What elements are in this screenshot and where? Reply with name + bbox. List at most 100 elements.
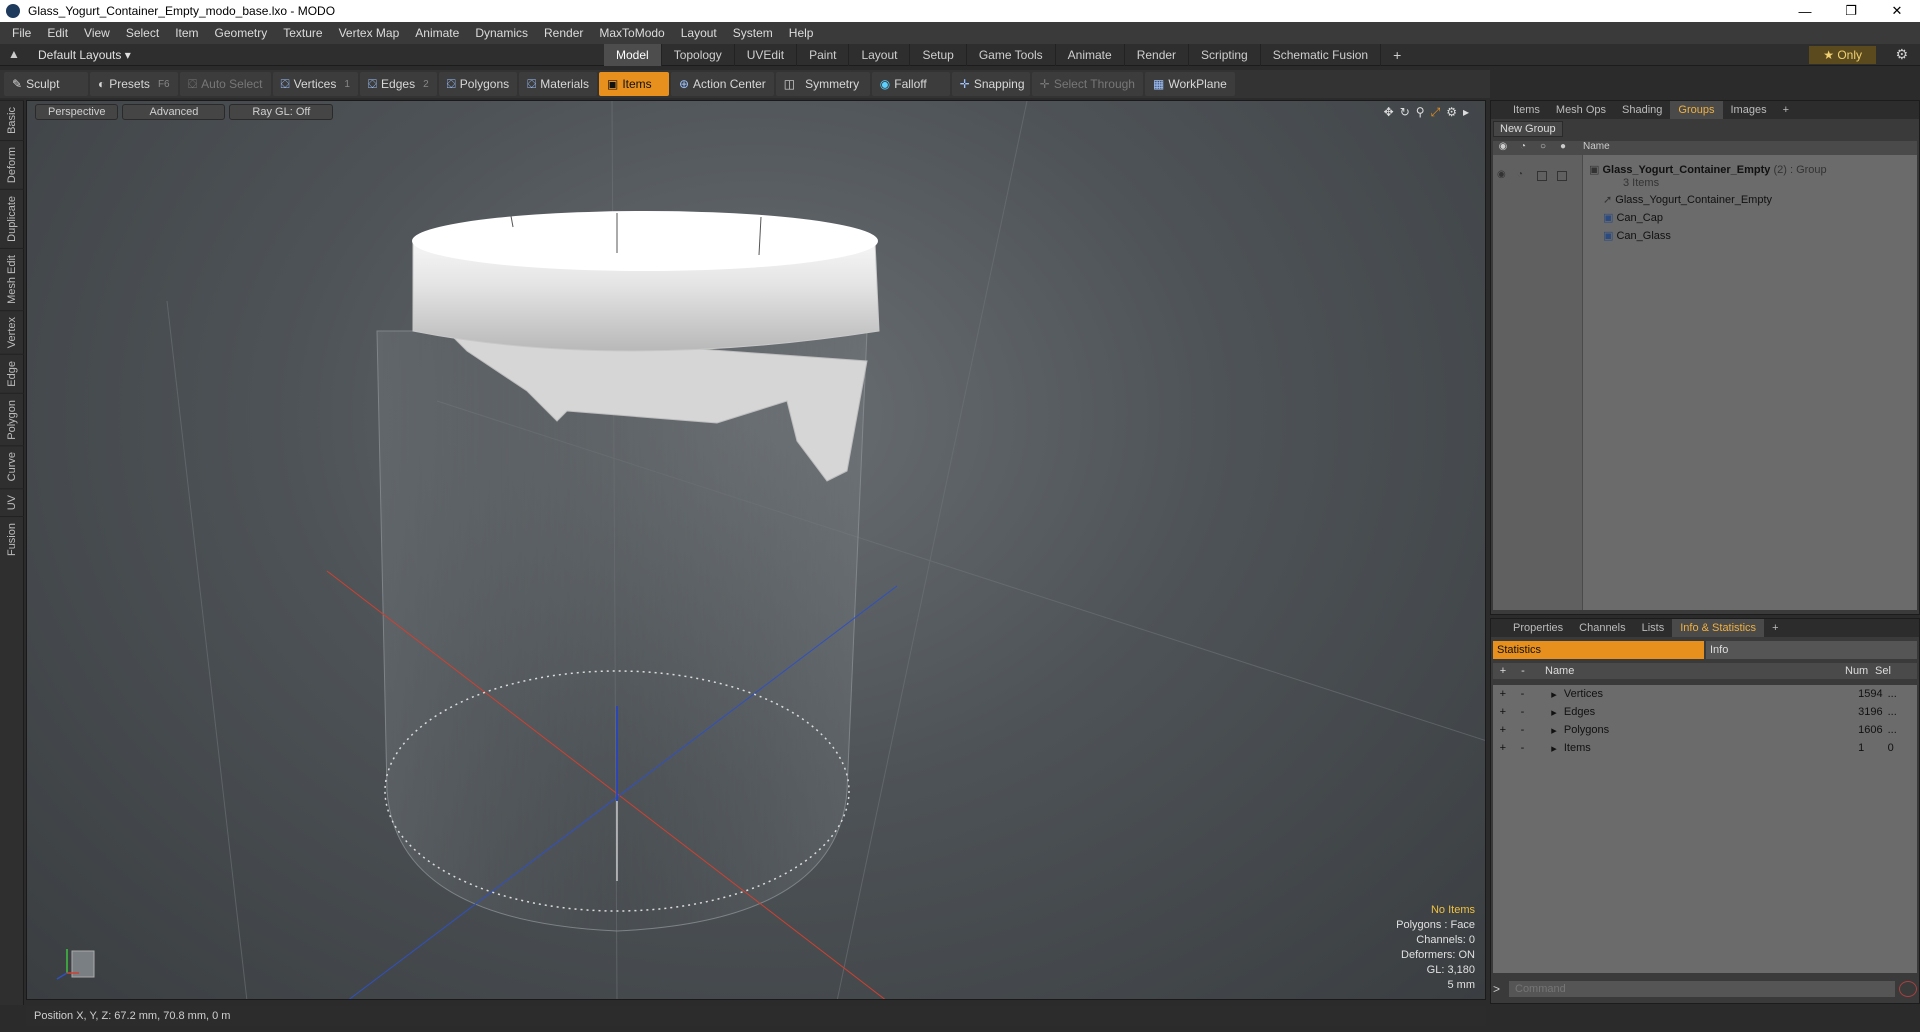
- menu-layout[interactable]: Layout: [673, 26, 725, 40]
- tab-properties[interactable]: Properties: [1505, 619, 1571, 637]
- group-eye-icon[interactable]: ◉: [1497, 169, 1506, 180]
- add-icon[interactable]: +: [1493, 665, 1513, 677]
- tab-layout[interactable]: Layout: [849, 44, 911, 66]
- tab-uvedit[interactable]: UVEdit: [735, 44, 798, 66]
- falloff-button[interactable]: ◉ Falloff: [871, 72, 950, 96]
- render-icon[interactable]: ◔: [1513, 141, 1533, 155]
- left-tab-fusion[interactable]: Fusion: [0, 516, 24, 563]
- tree-item[interactable]: ➚ Glass_Yogurt_Container_Empty: [1603, 193, 1772, 206]
- left-tab-curve[interactable]: Curve: [0, 445, 24, 488]
- edges-button[interactable]: ⛋ Edges 2: [359, 72, 437, 96]
- items-button[interactable]: ▣ Items: [598, 72, 669, 96]
- left-tab-basic[interactable]: Basic: [0, 100, 24, 140]
- table-row[interactable]: + - ▸ Vertices 1594 ...: [1493, 685, 1917, 703]
- minimize-icon[interactable]: —: [1782, 0, 1828, 22]
- tab-channels[interactable]: Channels: [1571, 619, 1633, 637]
- lock-icon[interactable]: ○: [1533, 141, 1553, 155]
- menu-system[interactable]: System: [725, 26, 781, 40]
- expand-arrow-icon[interactable]: ▸: [1544, 706, 1564, 719]
- maximize-icon[interactable]: ❐: [1828, 0, 1874, 22]
- add-icon[interactable]: +: [1493, 742, 1513, 754]
- materials-button[interactable]: ⛋ Materials: [519, 72, 597, 96]
- add-panel-tab-icon[interactable]: +: [1775, 101, 1797, 119]
- group-select-checkbox[interactable]: [1557, 171, 1567, 181]
- command-input[interactable]: [1509, 981, 1895, 997]
- menu-geometry[interactable]: Geometry: [207, 26, 276, 40]
- add-stats-tab-icon[interactable]: +: [1764, 619, 1786, 637]
- only-button[interactable]: ★ Only: [1809, 46, 1876, 64]
- left-tab-vertex[interactable]: Vertex: [0, 309, 24, 354]
- presets-button[interactable]: ◐ Presets F6: [90, 72, 178, 96]
- expand-arrow-icon[interactable]: ▸: [1544, 724, 1564, 737]
- table-row[interactable]: + - ▸ Items 1 0: [1493, 739, 1917, 757]
- remove-icon[interactable]: -: [1513, 724, 1533, 736]
- remove-icon[interactable]: -: [1513, 706, 1533, 718]
- menu-item[interactable]: Item: [167, 26, 206, 40]
- select-through-button[interactable]: ✛ Select Through: [1031, 72, 1143, 96]
- menu-help[interactable]: Help: [781, 26, 822, 40]
- stats-num-header[interactable]: Num: [1845, 665, 1875, 677]
- remove-icon[interactable]: -: [1513, 665, 1533, 677]
- menu-dynamics[interactable]: Dynamics: [467, 26, 536, 40]
- tab-model[interactable]: Model: [604, 44, 662, 66]
- add-icon[interactable]: +: [1493, 724, 1513, 736]
- tab-topology[interactable]: Topology: [662, 44, 735, 66]
- tab-schematic-fusion[interactable]: Schematic Fusion: [1261, 44, 1382, 66]
- polygons-button[interactable]: ⛋ Polygons: [438, 72, 518, 96]
- add-tab-icon[interactable]: +: [1381, 44, 1413, 66]
- menu-file[interactable]: File: [4, 26, 39, 40]
- tab-lists[interactable]: Lists: [1634, 619, 1673, 637]
- tree-item[interactable]: ▣ Can_Glass: [1603, 229, 1671, 242]
- raygl-button[interactable]: Ray GL: Off: [229, 104, 334, 120]
- left-tab-duplicate[interactable]: Duplicate: [0, 188, 24, 248]
- tab-mesh-ops[interactable]: Mesh Ops: [1548, 101, 1614, 119]
- stats-sel-header[interactable]: Sel: [1875, 665, 1905, 677]
- tab-shading[interactable]: Shading: [1614, 101, 1670, 119]
- menu-vertex-map[interactable]: Vertex Map: [331, 26, 408, 40]
- auto-select-button[interactable]: ⛋ Auto Select: [180, 72, 271, 96]
- tab-animate[interactable]: Animate: [1056, 44, 1125, 66]
- expand-arrow-icon[interactable]: ▸: [1544, 688, 1564, 701]
- tab-info[interactable]: Info: [1706, 641, 1917, 659]
- remove-icon[interactable]: -: [1513, 742, 1533, 754]
- vertices-button[interactable]: ⛋ Vertices 1: [272, 72, 358, 96]
- rotate-icon[interactable]: ↻: [1400, 105, 1410, 120]
- 3d-viewport[interactable]: Perspective Advanced Ray GL: Off ✥ ↻ ⚲ ⤢…: [26, 100, 1486, 1000]
- menu-texture[interactable]: Texture: [275, 26, 330, 40]
- select-icon[interactable]: ●: [1553, 141, 1573, 155]
- tab-scripting[interactable]: Scripting: [1189, 44, 1261, 66]
- menu-select[interactable]: Select: [118, 26, 167, 40]
- snapping-button[interactable]: ✛ Snapping: [951, 72, 1030, 96]
- zoom-icon[interactable]: ⚲: [1416, 105, 1425, 120]
- symmetry-button[interactable]: ◫ Symmetry: [775, 72, 870, 96]
- group-lock-checkbox[interactable]: [1537, 171, 1547, 181]
- expand-arrow-icon[interactable]: ▸: [1544, 742, 1564, 755]
- new-group-button[interactable]: New Group: [1493, 121, 1563, 137]
- left-tab-polygon[interactable]: Polygon: [0, 392, 24, 446]
- left-tab-deform[interactable]: Deform: [0, 139, 24, 189]
- left-tab-mesh-edit[interactable]: Mesh Edit: [0, 247, 24, 310]
- tab-setup[interactable]: Setup: [910, 44, 967, 66]
- group-row[interactable]: ▣ Glass_Yogurt_Container_Empty (2) : Gro…: [1589, 163, 1827, 176]
- menu-edit[interactable]: Edit: [39, 26, 76, 40]
- name-column-header[interactable]: Name: [1583, 141, 1610, 155]
- tree-item[interactable]: ▣ Can_Cap: [1603, 211, 1663, 224]
- add-icon[interactable]: +: [1493, 706, 1513, 718]
- table-row[interactable]: + - ▸ Polygons 1606 ...: [1493, 721, 1917, 739]
- fit-icon[interactable]: ⤢: [1431, 105, 1441, 120]
- layout-arrow-icon[interactable]: ▲: [8, 47, 20, 61]
- sculpt-button[interactable]: ✎ Sculpt: [4, 72, 88, 96]
- menu-render[interactable]: Render: [536, 26, 591, 40]
- remove-icon[interactable]: -: [1513, 688, 1533, 700]
- menu-view[interactable]: View: [76, 26, 118, 40]
- gear-icon[interactable]: ⚙: [1895, 46, 1908, 63]
- stats-name-header[interactable]: Name: [1533, 665, 1845, 677]
- menu-animate[interactable]: Animate: [407, 26, 467, 40]
- tab-game-tools[interactable]: Game Tools: [967, 44, 1056, 66]
- add-icon[interactable]: +: [1493, 688, 1513, 700]
- menu-maxtomodo[interactable]: MaxToModo: [591, 26, 672, 40]
- left-tab-uv[interactable]: UV: [0, 487, 24, 517]
- tab-groups[interactable]: Groups: [1670, 101, 1723, 119]
- view-type-button[interactable]: Perspective: [35, 104, 119, 120]
- layout-dropdown[interactable]: Default Layouts ▾: [38, 48, 131, 62]
